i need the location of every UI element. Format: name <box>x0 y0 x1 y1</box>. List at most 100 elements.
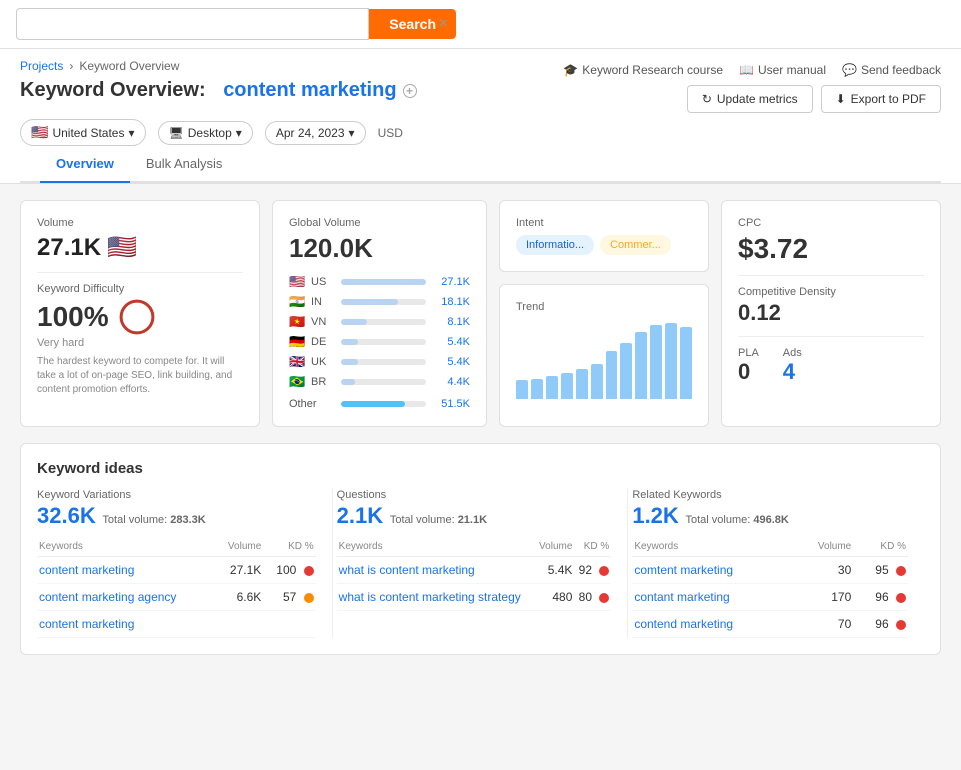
country-bar-fill <box>341 379 355 385</box>
export-pdf-button[interactable]: ⬇ Export to PDF <box>821 85 941 113</box>
country-bar-bg <box>341 359 426 365</box>
keyword-volume: 5.4K <box>535 557 575 584</box>
manual-link[interactable]: 📖 User manual <box>739 63 826 77</box>
kd-circle-chart <box>119 299 155 335</box>
trend-bar <box>591 364 603 399</box>
keyword-volume: 27.1K <box>216 557 263 584</box>
other-value: 51.5K <box>432 398 470 410</box>
trend-bar <box>650 325 662 399</box>
kd-dot <box>304 593 314 603</box>
volume-kd-card: Volume 27.1K 🇺🇸 Keyword Difficulty 100% … <box>20 200 260 427</box>
chevron-down-icon: ▾ <box>128 126 134 140</box>
kd-dot <box>896 566 906 576</box>
other-bar-fill <box>341 401 405 407</box>
other-bar-bg <box>341 401 426 407</box>
keyword-row: comtent marketing 30 95 <box>632 557 908 584</box>
page-title-keyword: content marketing <box>223 79 396 102</box>
keyword-link[interactable]: what is content marketing strategy <box>339 590 521 604</box>
country-value: 5.4K <box>432 356 470 368</box>
search-input[interactable]: content marketing <box>16 8 369 40</box>
date-filter[interactable]: Apr 24, 2023 ▾ <box>265 121 366 145</box>
intent-trend-col: Intent Informatio... Commer... Trend <box>499 200 709 427</box>
feedback-link[interactable]: 💬 Send feedback <box>842 63 941 77</box>
col-keywords: Keywords <box>632 537 794 557</box>
chat-icon: 💬 <box>842 63 857 77</box>
breadcrumb-parent[interactable]: Projects <box>20 59 63 73</box>
country-flag-icon: 🇺🇸 <box>289 274 305 290</box>
trend-bar <box>576 369 588 399</box>
other-label: Other <box>289 398 335 410</box>
date-label: Apr 24, 2023 <box>276 126 345 140</box>
volume-flag: 🇺🇸 <box>107 233 137 262</box>
keyword-kd: 92 <box>574 557 611 584</box>
keyword-row: content marketing 27.1K 100 <box>37 557 316 584</box>
keyword-kd: 80 <box>574 584 611 611</box>
header-actions: ↻ Update metrics ⬇ Export to PDF <box>687 85 941 113</box>
keyword-link[interactable]: content marketing <box>39 563 134 577</box>
page-title: Keyword Overview: content marketing + <box>20 79 417 102</box>
keyword-row: content marketing agency 6.6K 57 <box>37 584 316 611</box>
volume-label: Volume <box>37 217 243 229</box>
keyword-link[interactable]: contant marketing <box>634 590 729 604</box>
kd-dot <box>599 566 609 576</box>
country-filter[interactable]: 🇺🇸 United States ▾ <box>20 119 146 146</box>
keyword-volume: 480 <box>535 584 575 611</box>
top-bar: content marketing × Search <box>0 0 961 49</box>
trend-bar <box>606 351 618 399</box>
keyword-row: content marketing <box>37 611 316 638</box>
ideas-table-head: Keywords Volume KD % <box>337 537 612 557</box>
pla-label: PLA <box>738 347 759 359</box>
ideas-col-count[interactable]: 32.6K <box>37 503 96 528</box>
keyword-volume: 170 <box>794 584 853 611</box>
cards-row: Volume 27.1K 🇺🇸 Keyword Difficulty 100% … <box>20 200 941 427</box>
keyword-link[interactable]: what is content marketing <box>339 563 475 577</box>
currency-label: USD <box>378 126 403 140</box>
ideas-col-title: Questions <box>337 489 612 501</box>
intent-label: Intent <box>516 217 692 229</box>
keyword-kd: 96 <box>853 584 908 611</box>
country-bar-bg <box>341 379 426 385</box>
country-bar-bg <box>341 299 426 305</box>
global-volume-card: Global Volume 120.0K 🇺🇸 US 27.1K 🇮🇳 IN 1… <box>272 200 487 427</box>
page-title-prefix: Keyword Overview: <box>20 79 206 102</box>
keyword-link[interactable]: content marketing agency <box>39 590 176 604</box>
tab-bulk[interactable]: Bulk Analysis <box>130 146 239 183</box>
country-code: IN <box>311 296 335 308</box>
graduation-icon: 🎓 <box>563 63 578 77</box>
country-flag-icon: 🇻🇳 <box>289 314 305 330</box>
ideas-col-total: Total volume: 496.8K <box>682 514 788 526</box>
search-clear-button[interactable]: × <box>431 11 456 37</box>
ideas-col-count-row: 32.6K Total volume: 283.3K <box>37 503 316 529</box>
country-code: VN <box>311 316 335 328</box>
ideas-col-count[interactable]: 2.1K <box>337 503 383 528</box>
tab-overview[interactable]: Overview <box>40 146 130 183</box>
cpc-label: CPC <box>738 217 924 229</box>
ideas-col-count[interactable]: 1.2K <box>632 503 678 528</box>
country-code: US <box>311 276 335 288</box>
kd-label: Keyword Difficulty <box>37 283 243 295</box>
breadcrumb-separator: › <box>69 59 73 73</box>
country-flag-icon: 🇬🇧 <box>289 354 305 370</box>
kd-value-row: 100% <box>37 299 243 335</box>
country-bar-fill <box>341 319 367 325</box>
ideas-col-variations: Keyword Variations 32.6K Total volume: 2… <box>37 489 333 638</box>
country-flag: 🇺🇸 <box>31 124 48 141</box>
main-content: Volume 27.1K 🇺🇸 Keyword Difficulty 100% … <box>0 184 961 671</box>
update-metrics-button[interactable]: ↻ Update metrics <box>687 85 813 113</box>
country-label: United States <box>52 126 124 140</box>
add-keyword-icon[interactable]: + <box>403 84 417 98</box>
keyword-ideas-card: Keyword ideas Keyword Variations 32.6K T… <box>20 443 941 655</box>
col-kd: KD % <box>263 537 315 557</box>
keyword-row: contend marketing 70 96 <box>632 611 908 638</box>
device-filter[interactable]: 🖥 Desktop ▾ <box>158 121 253 145</box>
keyword-volume <box>216 611 263 638</box>
keyword-link[interactable]: contend marketing <box>634 617 733 631</box>
course-link[interactable]: 🎓 Keyword Research course <box>563 63 723 77</box>
tabs: Overview Bulk Analysis <box>20 146 941 183</box>
kd-hard-label: Very hard <box>37 337 243 349</box>
ideas-table-header-row: Keywords Volume KD % <box>632 537 908 557</box>
keyword-link[interactable]: comtent marketing <box>634 563 733 577</box>
ideas-col-header: Related Keywords 1.2K Total volume: 496.… <box>632 489 908 529</box>
keyword-link[interactable]: content marketing <box>39 617 134 631</box>
country-bar-fill <box>341 279 426 285</box>
